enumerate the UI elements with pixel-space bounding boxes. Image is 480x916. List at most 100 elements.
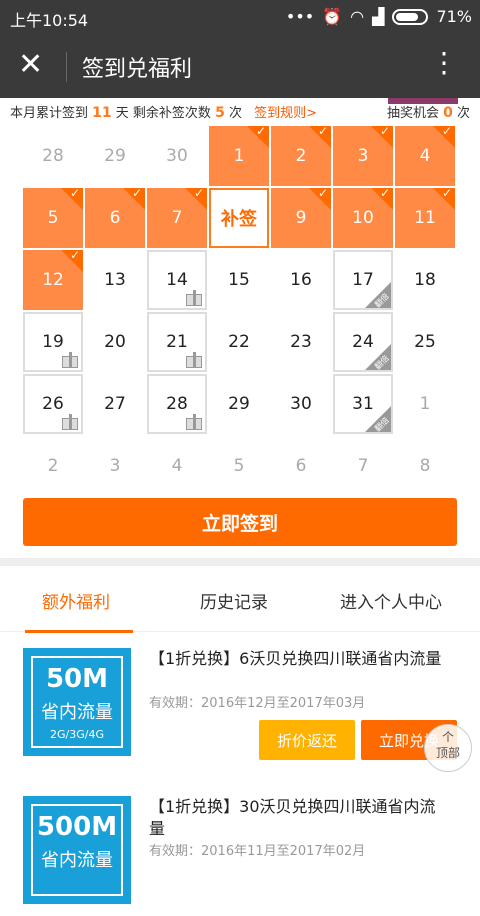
calendar-day[interactable]: 30 xyxy=(147,126,207,186)
makeup-sign-button[interactable]: 补签 xyxy=(209,188,269,248)
calendar-day[interactable]: 31 翻倍 xyxy=(333,374,393,434)
thumb-big: 50M xyxy=(45,664,109,694)
calendar-day[interactable]: 6 xyxy=(271,436,331,496)
calendar-day[interactable]: 16 xyxy=(271,250,331,310)
day-number: 7 xyxy=(357,456,369,476)
calendar-day[interactable]: 27 xyxy=(85,374,145,434)
calendar-day[interactable]: 6 ✓ xyxy=(85,186,145,248)
calendar-day[interactable]: 21 xyxy=(147,312,207,372)
refund-button[interactable]: 折价返还 xyxy=(259,720,355,760)
more-menu-icon[interactable]: ⋮ xyxy=(430,48,458,78)
day-number: 4 xyxy=(419,146,431,166)
lottery-suffix: 次 xyxy=(456,106,470,121)
gift-icon xyxy=(186,414,202,430)
calendar-day[interactable]: 29 xyxy=(209,374,269,434)
tab-bar: 额外福利 历史记录 进入个人中心 xyxy=(0,568,480,632)
calendar-day[interactable]: 3 xyxy=(85,436,145,496)
calendar-day[interactable]: 11 ✓ xyxy=(395,186,455,248)
title-bar: ✕ 签到兑福利 ⋮ xyxy=(0,34,480,98)
calendar-day[interactable]: 25 xyxy=(395,312,455,372)
check-icon: ✓ xyxy=(379,124,390,138)
day-number: 6 xyxy=(109,208,121,228)
day-number: 补签 xyxy=(221,209,257,230)
calendar-day[interactable]: 14 xyxy=(147,250,207,310)
day-number: 18 xyxy=(414,270,436,290)
calendar-day[interactable]: 5 ✓ xyxy=(23,186,83,248)
divider xyxy=(66,52,67,82)
calendar-day[interactable]: 23 xyxy=(271,312,331,372)
calendar-day[interactable]: 7 xyxy=(333,436,393,496)
day-number: 3 xyxy=(357,146,369,166)
day-number: 13 xyxy=(104,270,126,290)
check-icon: ✓ xyxy=(317,186,328,200)
summary-mid: 天 剩余补签次数 xyxy=(115,106,211,121)
list-item: 500M 省内流量 【1折兑换】30沃贝兑换四川联通省内流量 有效期：2016年… xyxy=(23,796,457,916)
calendar-day[interactable]: 18 xyxy=(395,250,455,310)
calendar-day[interactable]: 19 xyxy=(23,312,83,372)
calendar-day[interactable]: 30 xyxy=(271,374,331,434)
page-title: 签到兑福利 xyxy=(82,57,193,82)
close-icon[interactable]: ✕ xyxy=(18,48,43,82)
check-icon: ✓ xyxy=(441,124,452,138)
lottery-info: 抽奖机会 0 次 xyxy=(387,102,470,121)
calendar-day[interactable]: 1 ✓ xyxy=(209,124,269,186)
tab-history[interactable]: 历史记录 xyxy=(200,588,268,613)
lottery-label: 抽奖机会 xyxy=(386,106,439,121)
calendar-day[interactable]: 15 xyxy=(209,250,269,310)
list-item: 50M 省内流量 2G/3G/4G 【1折兑换】6沃贝兑换四川联通省内流量 有效… xyxy=(23,648,457,768)
calendar-day[interactable]: 24 翻倍 xyxy=(333,312,393,372)
thumb-mid: 省内流量 xyxy=(41,702,113,723)
status-bar: 上午10:54 ••• ⏰ ◠ ▟ 71% xyxy=(0,0,480,34)
day-number: 29 xyxy=(228,394,250,414)
day-number: 5 xyxy=(233,456,245,476)
check-icon: ✓ xyxy=(317,124,328,138)
tab-extra-benefits[interactable]: 额外福利 xyxy=(42,588,110,613)
calendar-day[interactable]: 4 ✓ xyxy=(395,124,455,186)
calendar-day[interactable]: 5 xyxy=(209,436,269,496)
day-number: 2 xyxy=(295,146,307,166)
makeup-count: 5 xyxy=(215,105,225,121)
calendar-day[interactable]: 10 ✓ xyxy=(333,186,393,248)
summary-suffix: 次 xyxy=(228,106,242,121)
more-dots-icon: ••• xyxy=(285,7,315,26)
gift-icon xyxy=(62,352,78,368)
calendar-day[interactable]: 2 xyxy=(23,436,83,496)
calendar-day[interactable]: 12 ✓ xyxy=(23,248,83,310)
day-number: 15 xyxy=(228,270,250,290)
day-number: 1 xyxy=(419,394,431,414)
calendar-day[interactable]: 20 xyxy=(85,312,145,372)
calendar-day[interactable]: 4 xyxy=(147,436,207,496)
calendar-day[interactable]: 26 xyxy=(23,374,83,434)
thumb-small: 2G/3G/4G xyxy=(50,728,104,741)
tab-personal-center[interactable]: 进入个人中心 xyxy=(340,588,442,613)
check-icon: ✓ xyxy=(441,186,452,200)
day-number: 20 xyxy=(104,332,126,352)
calendar-day[interactable]: 2 ✓ xyxy=(271,124,331,186)
calendar-day[interactable]: 29 xyxy=(85,126,145,186)
calendar-day[interactable]: 1 xyxy=(395,374,455,434)
rules-link[interactable]: 签到规则> xyxy=(254,106,317,121)
day-number: 16 xyxy=(290,270,312,290)
day-number: 1 xyxy=(233,146,245,166)
sign-now-button[interactable]: 立即签到 xyxy=(23,498,457,546)
calendar-day[interactable]: 28 xyxy=(147,374,207,434)
calendar-day[interactable]: 17 翻倍 xyxy=(333,250,393,310)
calendar-day[interactable]: 22 xyxy=(209,312,269,372)
calendar-day[interactable]: 28 xyxy=(23,126,83,186)
day-number: 14 xyxy=(166,270,188,290)
check-icon: ✓ xyxy=(69,248,80,262)
calendar-day[interactable]: 7 ✓ xyxy=(147,186,207,248)
thumb-mid: 省内流量 xyxy=(41,850,113,871)
check-icon: ✓ xyxy=(255,124,266,138)
calendar-day[interactable]: 8 xyxy=(395,436,455,496)
status-time: 上午10:54 xyxy=(10,11,89,30)
day-number: 12 xyxy=(42,270,64,290)
check-icon: ✓ xyxy=(131,186,142,200)
day-number: 25 xyxy=(414,332,436,352)
calendar-day[interactable]: 3 ✓ xyxy=(333,124,393,186)
to-top-line1: 个 xyxy=(441,730,454,744)
back-to-top-button[interactable]: 个 顶部 xyxy=(424,724,472,772)
day-number: 19 xyxy=(42,332,64,352)
calendar-day[interactable]: 13 xyxy=(85,250,145,310)
calendar-day[interactable]: 9 ✓ xyxy=(271,186,331,248)
